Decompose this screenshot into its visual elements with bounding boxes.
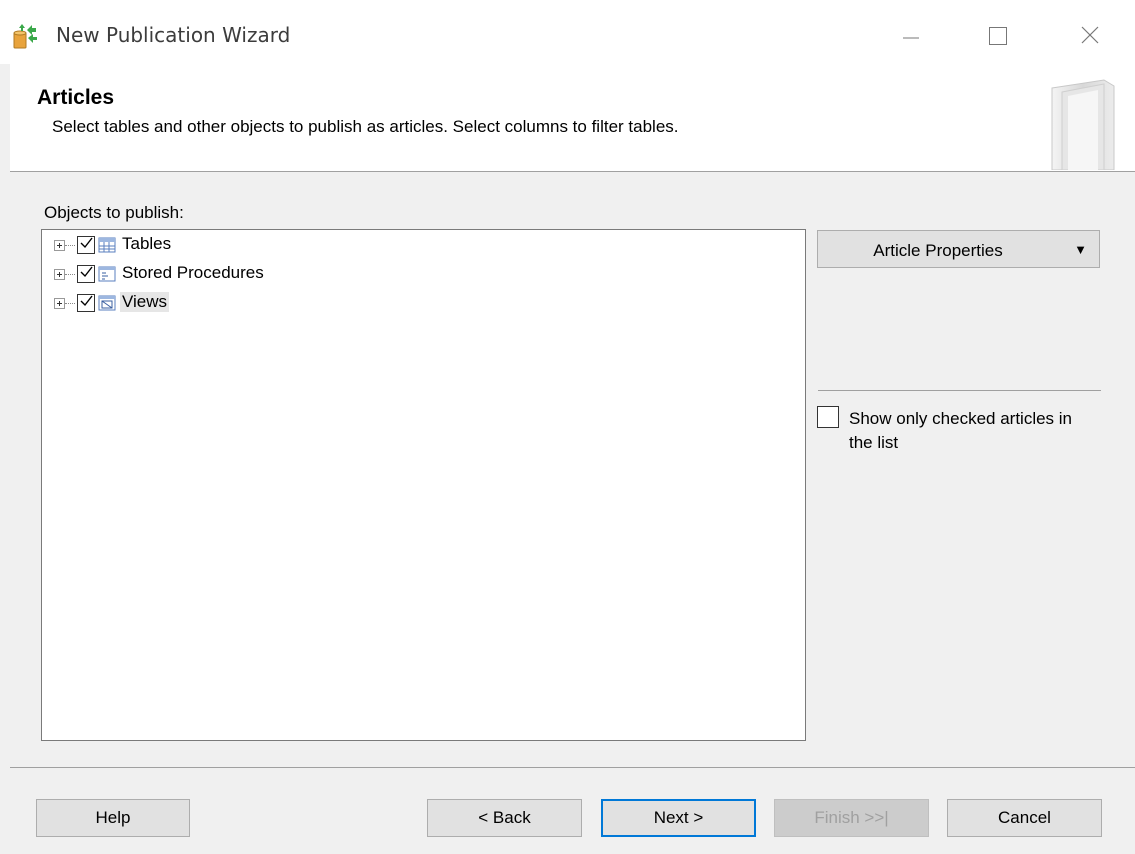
dropdown-arrow-icon: ▼ <box>1074 242 1087 257</box>
check-icon <box>80 295 93 307</box>
check-icon <box>80 237 93 249</box>
expand-icon[interactable] <box>54 269 65 280</box>
maximize-button[interactable] <box>975 14 1023 54</box>
page-title: Articles <box>37 86 115 109</box>
tree-item-stored-procedures[interactable]: Stored Procedures <box>54 261 354 289</box>
minimize-button[interactable] <box>886 14 934 54</box>
article-properties-label: Article Properties <box>873 241 1003 260</box>
maximize-icon <box>989 27 1007 45</box>
tree-item-label: Tables <box>122 234 172 253</box>
back-button[interactable]: < Back <box>427 799 582 837</box>
article-properties-button[interactable]: Article Properties ▼ <box>817 230 1100 268</box>
publication-wizard-icon <box>13 24 37 49</box>
close-icon <box>1081 26 1099 44</box>
tree-item-label: Stored Procedures <box>122 263 264 282</box>
next-button[interactable]: Next > <box>601 799 756 837</box>
tree-item-label: Views <box>120 292 170 312</box>
objects-tree[interactable]: Tables Stored Procedures Views <box>41 229 806 741</box>
help-button[interactable]: Help <box>36 799 190 837</box>
footer-divider <box>10 767 1135 768</box>
title-bar: New Publication Wizard <box>0 0 1135 64</box>
expand-icon[interactable] <box>54 298 65 309</box>
divider <box>818 390 1101 391</box>
cancel-button[interactable]: Cancel <box>947 799 1102 837</box>
tree-item-views[interactable]: Views <box>54 290 354 318</box>
page-description: Select tables and other objects to publi… <box>52 117 679 136</box>
book-graphic-icon <box>1051 79 1115 170</box>
tree-item-tables[interactable]: Tables <box>54 232 354 260</box>
tree-connector <box>65 303 75 304</box>
tree-connector <box>65 274 75 275</box>
tree-connector <box>65 245 75 246</box>
stored-procedure-icon <box>98 266 116 282</box>
objects-to-publish-label: Objects to publish: <box>44 203 184 222</box>
expand-icon[interactable] <box>54 240 65 251</box>
view-icon <box>98 295 116 311</box>
window-title: New Publication Wizard <box>56 23 291 47</box>
close-button[interactable] <box>1067 14 1115 54</box>
check-icon <box>80 266 93 278</box>
table-icon <box>98 237 116 253</box>
wizard-header: Articles Select tables and other objects… <box>10 64 1135 172</box>
finish-button[interactable]: Finish >>| <box>774 799 929 837</box>
minimize-icon <box>903 37 919 39</box>
show-only-checked-label[interactable]: Show only checked articles in the list <box>849 407 1079 455</box>
show-only-checked-checkbox[interactable] <box>817 406 839 428</box>
